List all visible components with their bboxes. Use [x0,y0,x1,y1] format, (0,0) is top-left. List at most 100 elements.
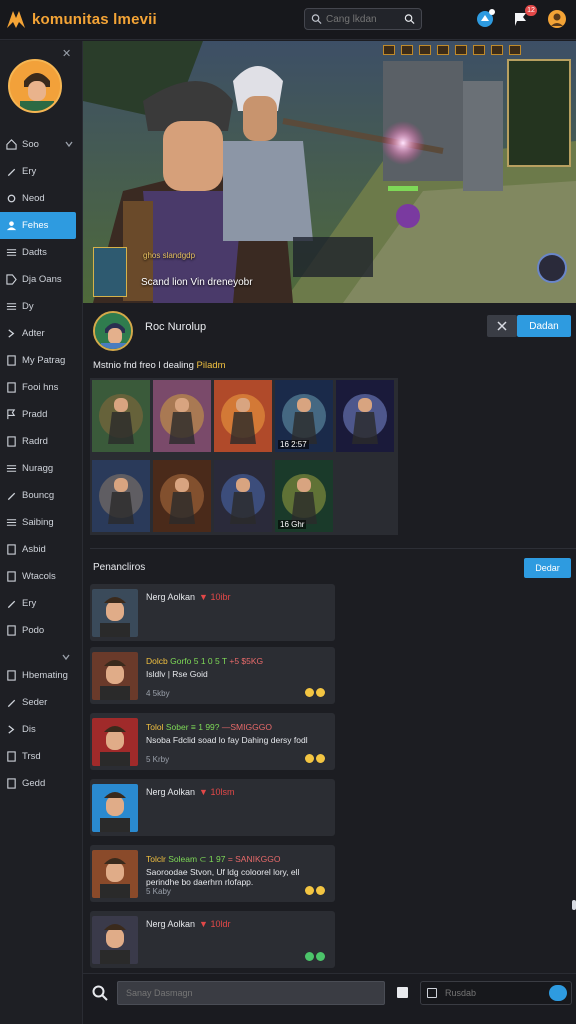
sidebar-item-4[interactable]: Fehes [0,212,76,239]
sidebar-item-5[interactable]: Dadts [0,239,83,266]
gallery-tile[interactable] [214,460,272,532]
sidebar-item-label: Fooi hns [22,382,59,393]
card-stat-c: —SMIGGGO [221,722,272,732]
sidebar-item-label: Radrd [22,436,48,447]
sidebar-item-8[interactable]: Adter [0,320,83,347]
sidebar-item-1[interactable]: Hbemating [0,662,83,689]
sidebar-item-16[interactable]: Asbid [0,536,83,563]
emoji-icon [305,952,314,961]
card-text: Saoroodae Stvon, Uf ldg coloorel lory, e… [146,867,300,877]
scrollbar-thumb[interactable] [572,900,576,910]
doc-icon [7,751,16,762]
search-input[interactable] [326,13,400,25]
list-icon [6,465,17,472]
sidebar-item-label: Ery [22,598,37,609]
tile-artwork [214,380,272,452]
sidebar-item-label: Asbid [22,544,46,555]
message-input[interactable] [445,988,535,998]
sidebar-item-13[interactable]: Nuragg [0,455,83,482]
search-box[interactable] [304,8,422,30]
tile-tag: 16 Ghr [278,520,307,529]
sidebar-item-3[interactable]: Neod [0,185,83,212]
user-menu-button[interactable] [546,8,568,30]
gallery-tile[interactable] [336,380,394,452]
card-text: Nsoba Fdclid soad lo fay Dahing dersy fo… [146,735,308,745]
card-name-text: Nerg Aolkan [146,592,196,602]
minimap[interactable] [507,59,571,167]
recent-card[interactable]: Nerg Aolkan ▼ 10ibr [90,584,335,641]
recent-card[interactable]: Tolol Sober ≡ 1 99? —SMIGGGO Nsoba Fdclid… [90,713,335,770]
card-stat-b: Sober ≡ 1 99? [165,722,220,732]
reaction-icons[interactable] [305,754,325,763]
sidebar-item-label: Gedd [22,778,46,789]
chevron-down-icon[interactable] [65,140,73,148]
reaction-icons[interactable] [305,952,325,961]
pen-icon [7,600,16,609]
sidebar-item-15[interactable]: Saibing [0,509,83,536]
gallery-tile[interactable] [92,460,150,532]
sidebar-close-icon[interactable]: ✕ [62,47,71,60]
recent-title: Penancliros [93,562,146,573]
recent-card[interactable]: Nerg Aolkan ▼ 10ldr [90,911,335,968]
card-tag: ▼ 10ibr [199,592,231,602]
chevron-icon [8,329,15,338]
gallery-tile[interactable]: 16 Ghr [275,460,333,532]
sidebar-avatar[interactable] [8,59,62,113]
recent-card[interactable]: Dolcb Gorfo 5 1 0 5 T +5 $5KG Isldlv | Rs… [90,647,335,704]
send-icon[interactable] [397,987,408,998]
bottom-bar [83,973,576,1024]
hero-banner[interactable]: ghos slandgdp Scand lion Vin dreneyobr [83,41,576,303]
message-send-button[interactable] [549,985,567,1001]
notification-button[interactable] [474,8,496,30]
follow-button[interactable]: Dadan [517,315,571,337]
alerts-button[interactable]: 12 [510,5,537,30]
gallery-tile[interactable]: 16 2:57 [275,380,333,452]
sidebar-item-2[interactable]: Ery [0,158,83,185]
gallery-tile[interactable] [92,380,150,452]
app-logo[interactable]: komunitas lmevii [0,8,200,32]
sidebar-item-5[interactable]: Gedd [0,770,83,797]
recent-action-button[interactable]: Dedar [524,558,571,578]
sidebar-item-9[interactable]: My Patrag [0,347,83,374]
home-icon [6,139,17,150]
sidebar-item-6[interactable]: Dja Oans [0,266,83,293]
sidebar-item-label: Bouncg [22,490,55,501]
sidebar-item-label: Fehes [22,220,49,231]
sidebar-item-11[interactable]: Pradd [0,401,83,428]
bottom-search-input[interactable] [117,981,385,1005]
section-divider [90,548,576,549]
tag-icon [6,274,17,285]
dismiss-button[interactable] [487,315,517,337]
sidebar-item-2[interactable]: Seder [0,689,83,716]
ability-icon[interactable] [537,253,567,283]
buff-icon [473,45,485,55]
app-page: komunitas lmevii 12 ✕ SooEryNeo [0,0,576,1024]
gallery-tile[interactable] [153,380,211,452]
recent-card[interactable]: Nerg Aolkan ▼ 10lsm [90,779,335,836]
sidebar-item-18[interactable]: Ery [0,590,83,617]
sidebar-item-19[interactable]: Podo [0,617,83,644]
search-submit-icon[interactable] [404,13,415,25]
sidebar-item-4[interactable]: Trsd [0,743,83,770]
sidebar-item-7[interactable]: Dy [0,293,83,320]
top-icons: 12 [474,5,568,30]
gallery-title-text: Mstnio fnd freo l dealing [93,360,194,371]
gallery-tile[interactable] [214,380,272,452]
reaction-icons[interactable] [305,886,325,895]
sidebar-item-label: Dja Oans [22,274,62,285]
reaction-icons[interactable] [305,688,325,697]
sidebar-item-label: Wtacols [22,571,56,582]
card-stat-a: Dolcb [146,656,168,666]
search-icon[interactable] [91,984,109,1002]
sidebar-item-12[interactable]: Radrd [0,428,83,455]
profile-avatar[interactable] [93,311,133,351]
gallery-tile[interactable] [153,460,211,532]
sidebar-item-10[interactable]: Fooi hns [0,374,83,401]
recent-card[interactable]: Tolclr Soleam ⊂ 1 97 = SANIKGGO Saoroodae… [90,845,335,902]
sidebar-section-toggle[interactable] [0,644,83,662]
sidebar-item-3[interactable]: Dis [0,716,83,743]
sidebar-item-1[interactable]: Soo [0,131,83,158]
message-box[interactable] [420,981,572,1005]
sidebar-item-17[interactable]: Wtacols [0,563,83,590]
sidebar-item-14[interactable]: Bouncg [0,482,83,509]
